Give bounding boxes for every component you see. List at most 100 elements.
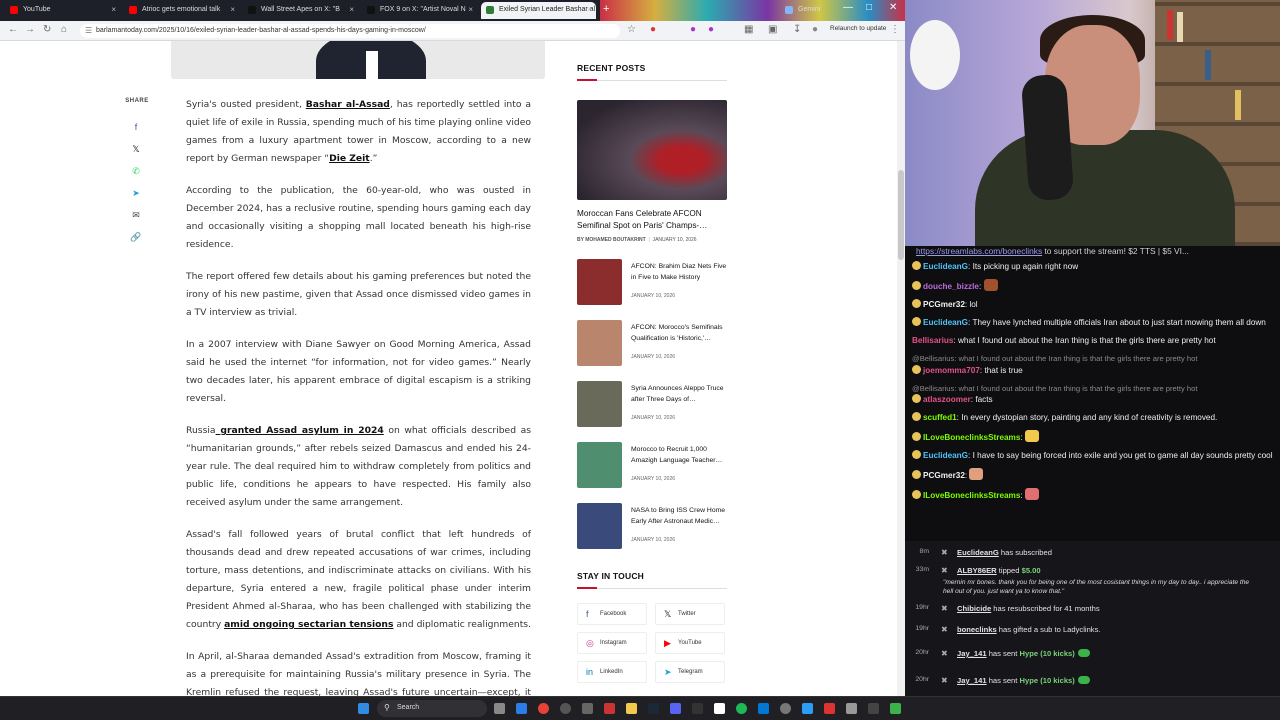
file-explorer-icon[interactable]: [626, 703, 637, 714]
browser-tab[interactable]: Atrioc gets emotional talk ×: [124, 2, 239, 19]
app-icon[interactable]: [846, 703, 857, 714]
chat-username[interactable]: scuffed1: [923, 413, 957, 422]
social-link-linkedin[interactable]: in LinkedIn: [577, 661, 647, 683]
discord-icon[interactable]: [670, 703, 681, 714]
home-icon[interactable]: ⌂: [61, 24, 67, 35]
social-link-youtube[interactable]: ▶ YouTube: [655, 632, 725, 654]
chat-username[interactable]: ILoveBoneclinksStreams: [923, 491, 1020, 500]
post-thumbnail[interactable]: [577, 442, 622, 488]
streamlabs-link[interactable]: https://streamlabs.com/boneclinks: [916, 246, 1042, 256]
back-icon[interactable]: ←: [8, 24, 18, 35]
social-link-instagram[interactable]: ◎ Instagram: [577, 632, 647, 654]
post-thumbnail[interactable]: [577, 503, 622, 549]
start-windows-icon[interactable]: [358, 703, 369, 714]
chat-username[interactable]: ILoveBoneclinksStreams: [923, 433, 1020, 442]
download-icon[interactable]: ↧: [793, 24, 801, 35]
tab-close-icon[interactable]: ×: [111, 5, 116, 14]
copy-link-icon[interactable]: 🔗: [129, 230, 143, 244]
post-title[interactable]: NASA to Bring ISS Crew Home Early After …: [631, 505, 729, 527]
chat-username[interactable]: joemomma707: [923, 366, 980, 375]
event-username[interactable]: Jay_141: [957, 676, 987, 685]
extension-icon[interactable]: ●: [650, 24, 656, 35]
tab-close-icon[interactable]: ×: [349, 5, 354, 14]
chat-username[interactable]: douche_bizzle: [923, 282, 979, 291]
app-icon[interactable]: [802, 703, 813, 714]
extension-icon[interactable]: ●: [690, 24, 696, 35]
featured-post-title[interactable]: Moroccan Fans Celebrate AFCON Semifinal …: [577, 208, 727, 232]
chat-username[interactable]: atlaszoomer: [923, 395, 971, 404]
menu-icon[interactable]: ⋮: [890, 24, 900, 35]
recent-post-item[interactable]: NASA to Bring ISS Crew Home Early After …: [577, 503, 727, 549]
app-icon[interactable]: [582, 703, 593, 714]
email-share-icon[interactable]: ✉: [129, 208, 143, 222]
post-title[interactable]: AFCON: Morocco's Semifinals Qualificatio…: [631, 322, 729, 344]
extensions-puzzle-icon[interactable]: ▦: [744, 24, 753, 35]
event-username[interactable]: boneclinks: [957, 625, 997, 634]
article-link[interactable]: amid ongoing sectarian tensions: [224, 619, 393, 630]
featured-post-author[interactable]: BY MOHAMED BOUTAKRINT: [577, 237, 646, 243]
spotify-icon[interactable]: [736, 703, 747, 714]
recent-post-item[interactable]: Morocco to Recruit 1,000 Amazigh Languag…: [577, 442, 727, 488]
chat-username[interactable]: PCGmer32: [923, 471, 965, 480]
new-tab-button[interactable]: +: [603, 3, 609, 15]
relaunch-to-update-button[interactable]: Relaunch to update: [830, 25, 886, 32]
extension-icon[interactable]: ●: [708, 24, 714, 35]
post-thumbnail[interactable]: [577, 259, 622, 305]
chat-username[interactable]: EuclideanG: [923, 262, 968, 271]
browser-tab[interactable]: YouTube ×: [5, 2, 120, 19]
task-view-icon[interactable]: [494, 703, 505, 714]
steam-icon[interactable]: [648, 703, 659, 714]
close-window-icon[interactable]: ✕: [889, 2, 897, 13]
social-link-facebook[interactable]: f Facebook: [577, 603, 647, 625]
tab-close-icon[interactable]: ×: [468, 5, 473, 14]
notion-icon[interactable]: [714, 703, 725, 714]
profile-avatar[interactable]: ●: [812, 24, 818, 35]
forward-icon[interactable]: →: [25, 24, 35, 35]
app-icon[interactable]: [824, 703, 835, 714]
post-title[interactable]: Morocco to Recruit 1,000 Amazigh Languag…: [631, 444, 729, 466]
maximize-icon[interactable]: □: [866, 2, 872, 13]
browser-tab[interactable]: FOX 9 on X: "Artist Noval N ×: [362, 2, 477, 19]
article-link[interactable]: Bashar al-Assad: [306, 99, 390, 110]
post-thumbnail[interactable]: [577, 381, 622, 427]
url-field[interactable]: ☰ barlamantoday.com/2025/10/16/exiled-sy…: [80, 24, 620, 38]
event-username[interactable]: Chibicide: [957, 604, 991, 613]
edge-icon[interactable]: [516, 703, 527, 714]
taskbar-search[interactable]: ⚲ Search: [377, 700, 487, 717]
reload-icon[interactable]: ↻: [43, 24, 51, 35]
app-icon[interactable]: [890, 703, 901, 714]
telegram-share-icon[interactable]: ➤: [129, 186, 143, 200]
chat-username[interactable]: EuclideanG: [923, 451, 968, 460]
article-link[interactable]: Die Zeit: [329, 153, 370, 164]
vscode-icon[interactable]: [758, 703, 769, 714]
bookmark-star-icon[interactable]: ☆: [627, 24, 636, 35]
whatsapp-share-icon[interactable]: ✆: [129, 164, 143, 178]
recent-post-item[interactable]: AFCON: Morocco's Semifinals Qualificatio…: [577, 320, 727, 366]
recent-post-item[interactable]: AFCON: Brahim Diaz Nets Five in Five to …: [577, 259, 727, 305]
facebook-share-icon[interactable]: f: [129, 120, 143, 134]
app-icon[interactable]: [604, 703, 615, 714]
minimize-icon[interactable]: —: [843, 2, 853, 13]
post-thumbnail[interactable]: [577, 320, 622, 366]
tab-close-icon[interactable]: ×: [587, 5, 592, 14]
event-username[interactable]: ALBY86ER: [957, 566, 997, 575]
browser-tab[interactable]: Exiled Syrian Leader Bashar al ×: [481, 2, 596, 19]
app-icon[interactable]: [868, 703, 879, 714]
x-share-icon[interactable]: 𝕏: [129, 142, 143, 156]
browser-tab[interactable]: Wall Street Apes on X: "B ×: [243, 2, 358, 19]
post-title[interactable]: Syria Announces Aleppo Truce after Three…: [631, 383, 729, 405]
chat-username[interactable]: EuclideanG: [923, 318, 968, 327]
chat-username[interactable]: PCGmer32: [923, 300, 965, 309]
post-title[interactable]: AFCON: Brahim Diaz Nets Five in Five to …: [631, 261, 729, 283]
chrome-icon[interactable]: [538, 703, 549, 714]
social-link-twitter[interactable]: 𝕏 Twitter: [655, 603, 725, 625]
browser-tab[interactable]: Gemini: [780, 2, 840, 19]
tab-close-icon[interactable]: ×: [230, 5, 235, 14]
obs-icon[interactable]: [692, 703, 703, 714]
app-icon[interactable]: [780, 703, 791, 714]
recent-post-item[interactable]: Syria Announces Aleppo Truce after Three…: [577, 381, 727, 427]
social-link-telegram[interactable]: ➤ Telegram: [655, 661, 725, 683]
chrome-profile-icon[interactable]: [560, 703, 571, 714]
page-scrollbar-thumb[interactable]: [898, 170, 904, 260]
featured-post-image[interactable]: [577, 100, 727, 200]
